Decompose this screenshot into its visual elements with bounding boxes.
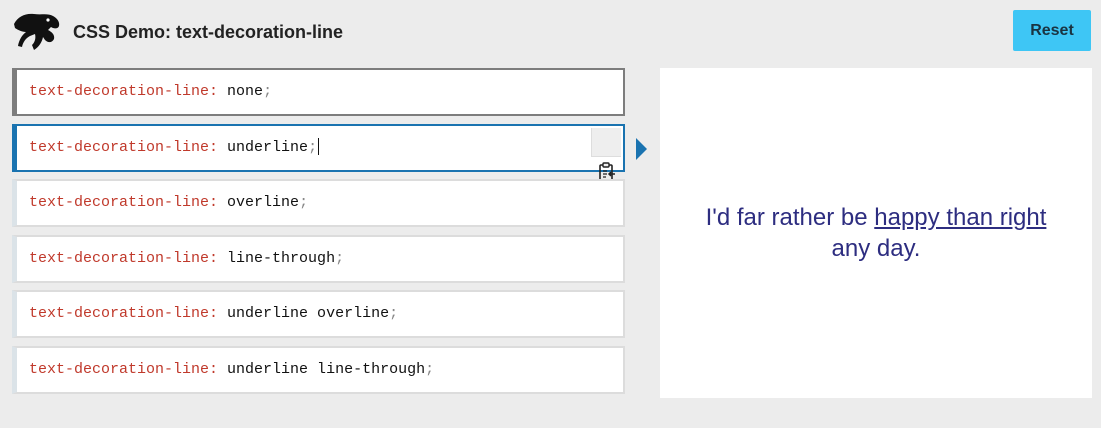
page-title: CSS Demo: text-decoration-line [73, 22, 344, 42]
example-choice-underline-overline[interactable]: text-decoration-line: underline overline… [12, 290, 625, 339]
choice-property: text-decoration-line [29, 194, 210, 212]
choice-property: text-decoration-line [29, 83, 210, 100]
example-choice-line-through[interactable]: text-decoration-line: line-through; [12, 234, 625, 283]
output-text: I'd far rather be happy than right any d… [660, 202, 1092, 264]
choice-property: text-decoration-line [29, 360, 210, 378]
output-text-after: any day. [831, 235, 921, 262]
choice-colon: : [209, 249, 228, 267]
triangle-right-icon [636, 138, 647, 160]
copy-to-clipboard-button[interactable] [591, 127, 621, 181]
choice-semicolon: ; [299, 194, 309, 212]
output-panel: I'd far rather be happy than right any d… [660, 68, 1092, 398]
choice-value: underline overline [227, 305, 390, 323]
choice-colon: : [209, 83, 228, 100]
choice-colon: : [209, 305, 228, 323]
reset-button[interactable]: Reset [1013, 10, 1091, 51]
example-choice-list: text-decoration-line: none; text-decorat… [12, 68, 625, 402]
example-choice-underline-line-through[interactable]: text-decoration-line: underline line-thr… [12, 345, 625, 394]
choice-semicolon: ; [389, 305, 399, 323]
mdn-dinosaur-logo [14, 13, 60, 51]
choice-colon: : [209, 360, 228, 378]
choice-value: underline line-through [227, 360, 426, 378]
choice-semicolon: ; [335, 249, 345, 267]
choice-value: none [227, 83, 264, 100]
output-decorated-text: happy than right [874, 204, 1047, 231]
choice-property: text-decoration-line [29, 138, 210, 156]
choice-value: overline [227, 194, 300, 212]
example-choice-overline[interactable]: text-decoration-line: overline; [12, 179, 625, 228]
choice-semicolon: ; [308, 138, 318, 156]
text-cursor [318, 138, 320, 156]
choice-colon: : [209, 138, 228, 156]
example-choice-underline[interactable]: text-decoration-line: underline; [12, 123, 625, 181]
choice-colon: : [209, 194, 228, 212]
example-choice-none[interactable]: text-decoration-line: none; [12, 68, 625, 116]
choice-property: text-decoration-line [29, 249, 210, 267]
choice-semicolon: ; [425, 360, 435, 378]
choice-semicolon: ; [263, 83, 273, 100]
choice-value: underline [227, 138, 309, 156]
choice-property: text-decoration-line [29, 305, 210, 323]
choice-value: line-through [227, 249, 336, 267]
output-text-before: I'd far rather be [705, 204, 875, 231]
